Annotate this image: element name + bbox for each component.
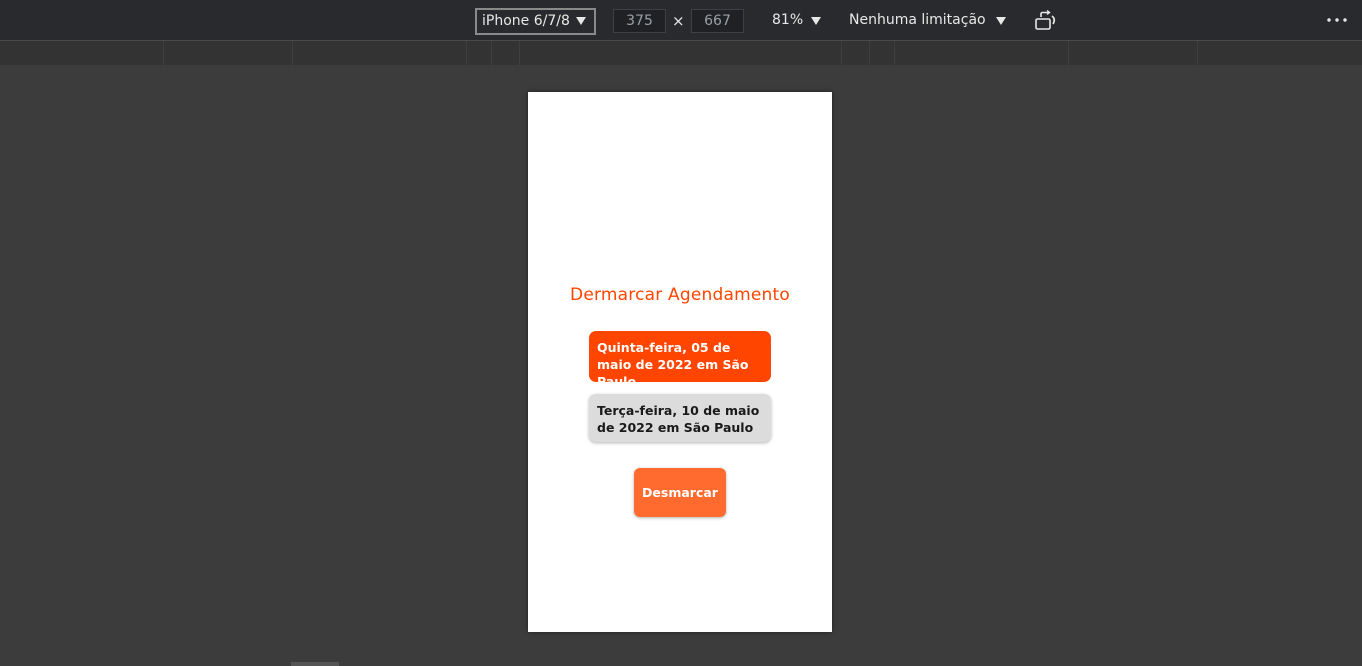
throttling-value: Nenhuma limitação <box>849 12 986 28</box>
horizontal-scrollbar-thumb[interactable] <box>291 662 339 666</box>
throttling-select[interactable]: Nenhuma limitação <box>849 12 1006 28</box>
more-options-icon[interactable] <box>1325 10 1349 30</box>
chevron-down-icon <box>576 17 586 25</box>
device-select-value: iPhone 6/7/8 <box>482 13 570 29</box>
cancel-appointment-button[interactable]: Desmarcar <box>634 468 726 517</box>
ruler-tick <box>841 41 842 65</box>
device-viewport: Dermarcar Agendamento Quinta-feira, 05 d… <box>528 92 832 632</box>
ruler-tick <box>1068 41 1069 65</box>
ruler-tick <box>894 41 895 65</box>
appointment-option-selected[interactable]: Quinta-feira, 05 de maio de 2022 em São … <box>589 331 771 389</box>
ruler-tick <box>869 41 870 65</box>
devtools-device-toolbar: iPhone 6/7/8 375 × 667 81% Nenhuma limit… <box>0 0 1362 41</box>
ruler-tick <box>519 41 520 65</box>
media-query-ruler <box>0 41 1362 65</box>
height-input[interactable]: 667 <box>691 9 744 33</box>
chevron-down-icon <box>811 17 821 25</box>
device-select[interactable]: iPhone 6/7/8 <box>475 8 596 35</box>
dimension-separator: × <box>672 12 685 30</box>
chevron-down-icon <box>995 17 1006 25</box>
ruler-tick <box>491 41 492 65</box>
appointment-option[interactable]: Terça-feira, 10 de maio de 2022 em São P… <box>589 394 771 442</box>
rotate-icon[interactable] <box>1034 10 1058 32</box>
page-title: Dermarcar Agendamento <box>570 285 790 305</box>
width-input[interactable]: 375 <box>613 9 666 33</box>
ruler-tick <box>292 41 293 65</box>
ruler-tick <box>466 41 467 65</box>
ruler-tick <box>1197 41 1198 65</box>
zoom-select[interactable]: 81% <box>772 12 821 28</box>
ruler-tick <box>163 41 164 65</box>
zoom-value: 81% <box>772 12 804 28</box>
